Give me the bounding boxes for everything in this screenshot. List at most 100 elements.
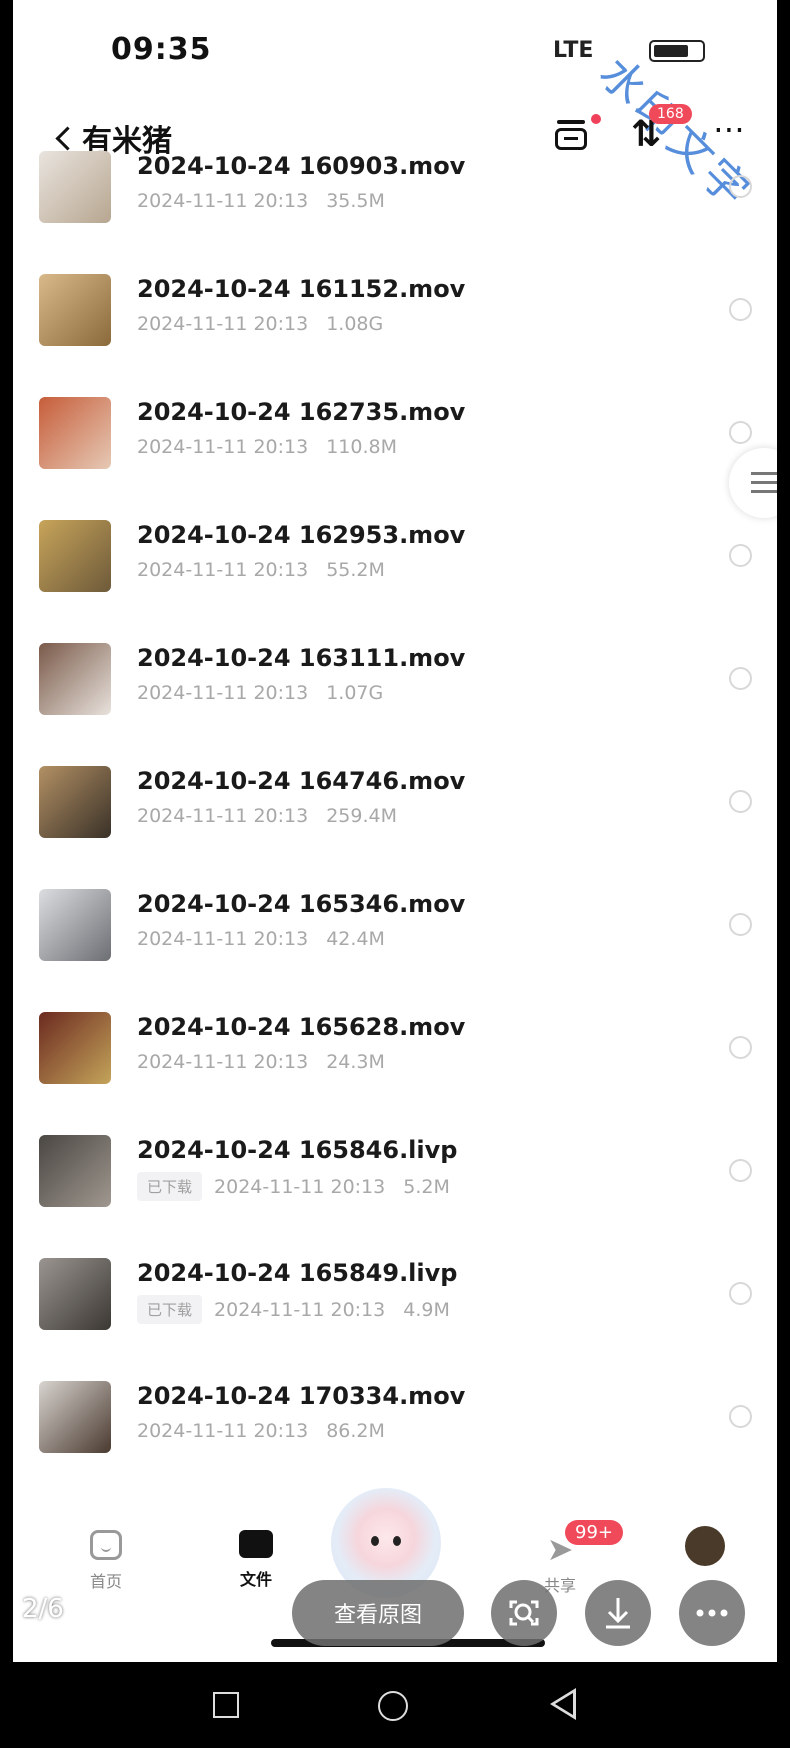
file-name: 2024-10-24 165849.livp [137, 1259, 458, 1287]
back-triangle-icon[interactable] [550, 1688, 576, 1720]
tab-home-label: 首页 [89, 1572, 122, 1591]
file-meta: 2024-11-11 20:13 55.2M [137, 559, 385, 581]
file-size: 24.3M [326, 1051, 385, 1073]
notification-dot [591, 114, 601, 124]
file-thumbnail [39, 1012, 111, 1084]
file-meta: 2024-11-11 20:13 35.5M [137, 190, 385, 212]
file-thumbnail [39, 889, 111, 961]
list-item[interactable]: 2024-10-24 162953.mov 2024-11-11 20:13 55.… [13, 493, 777, 616]
list-item[interactable]: 2024-10-24 170334.mov 2024-11-11 20:13 86.… [13, 1354, 777, 1477]
list-item[interactable]: 2024-10-24 161152.mov 2024-11-11 20:13 1.0… [13, 247, 777, 370]
file-meta: 2024-11-11 20:13 42.4M [137, 928, 385, 950]
select-radio[interactable] [729, 1159, 752, 1182]
list-item[interactable]: 2024-10-24 165849.livp 已下载 2024-11-11 20:1… [13, 1231, 777, 1354]
file-size: 5.2M [403, 1175, 450, 1198]
avatar[interactable] [685, 1526, 725, 1566]
tab-home[interactable]: 首页 [71, 1530, 141, 1592]
file-name: 2024-10-24 170334.mov [137, 1382, 466, 1410]
scan-search-icon [509, 1600, 539, 1626]
file-date: 2024-11-11 20:13 [214, 1298, 386, 1321]
file-date: 2024-11-11 20:13 [137, 682, 309, 704]
file-thumbnail [39, 1258, 111, 1330]
home-circle-icon[interactable] [378, 1691, 408, 1721]
file-meta: 2024-11-11 20:13 1.07G [137, 682, 383, 704]
file-thumbnail [39, 643, 111, 715]
select-radio[interactable] [729, 544, 752, 567]
file-name: 2024-10-24 165628.mov [137, 1013, 466, 1041]
list-item[interactable]: 2024-10-24 163111.mov 2024-11-11 20:13 1.0… [13, 616, 777, 739]
select-radio[interactable] [729, 913, 752, 936]
home-icon [90, 1530, 122, 1560]
list-item[interactable]: 2024-10-24 160903.mov 2024-11-11 20:13 35.… [13, 124, 777, 247]
list-item[interactable]: 2024-10-24 162735.mov 2024-11-11 20:13 110… [13, 370, 777, 493]
system-nav-bar [0, 1662, 790, 1748]
file-date: 2024-11-11 20:13 [137, 436, 309, 458]
select-radio[interactable] [729, 1282, 752, 1305]
file-size: 86.2M [326, 1420, 385, 1442]
file-size: 4.9M [403, 1298, 450, 1321]
list-item[interactable]: 2024-10-24 165846.livp 已下载 2024-11-11 20:1… [13, 1108, 777, 1231]
file-size: 259.4M [326, 805, 398, 827]
view-original-button[interactable]: 查看原图 [292, 1580, 464, 1646]
file-date: 2024-11-11 20:13 [137, 559, 309, 581]
folder-icon [239, 1530, 273, 1558]
file-name: 2024-10-24 165346.mov [137, 890, 466, 918]
battery-icon [649, 40, 705, 62]
file-thumbnail [39, 274, 111, 346]
select-radio[interactable] [729, 667, 752, 690]
file-size: 110.8M [326, 436, 398, 458]
tab-files[interactable]: 文件 [221, 1530, 291, 1590]
file-size: 55.2M [326, 559, 385, 581]
downloaded-tag: 已下载 [137, 1172, 203, 1201]
file-thumbnail [39, 520, 111, 592]
status-time: 09:35 [111, 32, 212, 67]
transfer-badge: 168 [649, 104, 692, 124]
file-date: 2024-11-11 20:13 [137, 805, 309, 827]
file-thumbnail [39, 397, 111, 469]
file-date: 2024-11-11 20:13 [137, 313, 309, 335]
recents-icon[interactable] [213, 1692, 239, 1718]
file-meta: 2024-11-11 20:13 24.3M [137, 1051, 385, 1073]
select-radio[interactable] [729, 421, 752, 444]
page-counter: 2/6 [22, 1594, 64, 1624]
file-name: 2024-10-24 163111.mov [137, 644, 466, 672]
file-size: 35.5M [326, 190, 385, 212]
file-meta: 2024-11-11 20:13 86.2M [137, 1420, 385, 1442]
file-name: 2024-10-24 165846.livp [137, 1136, 458, 1164]
file-thumbnail [39, 1135, 111, 1207]
list-item[interactable]: 2024-10-24 164746.mov 2024-11-11 20:13 259… [13, 739, 777, 862]
download-button[interactable] [585, 1580, 651, 1646]
file-meta: 已下载 2024-11-11 20:13 4.9M [137, 1295, 450, 1324]
more-options-button[interactable] [679, 1580, 745, 1646]
list-item[interactable]: 2024-10-24 165628.mov 2024-11-11 20:13 24.… [13, 985, 777, 1108]
file-meta: 2024-11-11 20:13 1.08G [137, 313, 383, 335]
file-thumbnail [39, 766, 111, 838]
downloaded-tag: 已下载 [137, 1295, 203, 1324]
select-radio[interactable] [729, 1405, 752, 1428]
file-thumbnail [39, 1381, 111, 1453]
file-date: 2024-11-11 20:13 [137, 1051, 309, 1073]
file-date: 2024-11-11 20:13 [137, 1420, 309, 1442]
file-date: 2024-11-11 20:13 [137, 928, 309, 950]
file-size: 42.4M [326, 928, 385, 950]
download-icon [606, 1598, 630, 1629]
tab-files-label: 文件 [239, 1570, 272, 1589]
list-item[interactable]: 2024-10-24 165346.mov 2024-11-11 20:13 42.… [13, 862, 777, 985]
select-radio[interactable] [729, 790, 752, 813]
file-name: 2024-10-24 160903.mov [137, 152, 466, 180]
select-radio[interactable] [729, 1036, 752, 1059]
file-name: 2024-10-24 162735.mov [137, 398, 466, 426]
image-search-button[interactable] [491, 1580, 557, 1646]
file-size: 1.07G [326, 682, 384, 704]
file-meta: 2024-11-11 20:13 259.4M [137, 805, 397, 827]
file-name: 2024-10-24 161152.mov [137, 275, 466, 303]
file-name: 2024-10-24 162953.mov [137, 521, 466, 549]
phone-screen: 09:35 LTE 水印文字 有米猪 ⇅ 168 ⋯ 2024-10-24 16… [13, 0, 777, 1662]
select-radio[interactable] [729, 298, 752, 321]
file-meta: 2024-11-11 20:13 110.8M [137, 436, 397, 458]
file-name: 2024-10-24 164746.mov [137, 767, 466, 795]
file-size: 1.08G [326, 313, 384, 335]
select-radio[interactable] [729, 175, 752, 198]
file-date: 2024-11-11 20:13 [214, 1175, 386, 1198]
signal-indicator: LTE [553, 38, 594, 63]
